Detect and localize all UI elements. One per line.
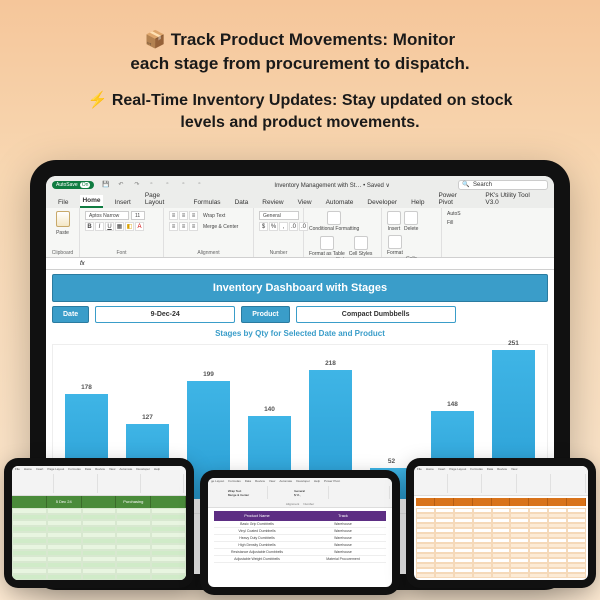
- bar-value: 52: [370, 458, 412, 465]
- align-right-icon[interactable]: ≡: [189, 222, 198, 231]
- promo-banner: 📦 Track Product Movements: Monitor each …: [0, 0, 600, 134]
- title-bar: AutoSave On 💾 ↶ ↷ ▫ ▫ ▫ ▫ Inventory Mana…: [46, 176, 554, 194]
- border-button[interactable]: ▦: [115, 222, 124, 231]
- ribbon-tab-power-pivot[interactable]: Power Pivot: [436, 190, 473, 208]
- tablet-thumb-green: FileHomeInsertPage LayoutFormulasDataRev…: [4, 458, 194, 588]
- ribbon-group-alignment: ≡ ≡ ≡ Wrap Text ≡ ≡ ≡ Merge & Center Ali…: [164, 208, 254, 257]
- bar-value: 251: [492, 340, 534, 347]
- ribbon-group-number: General $ % , .0 .0 Number: [254, 208, 304, 257]
- fill-button[interactable]: Fill: [447, 220, 453, 226]
- autosum-button[interactable]: AutoS: [447, 211, 461, 217]
- paste-label: Paste: [56, 230, 69, 236]
- ribbon-group-editing: AutoS Fill: [442, 208, 472, 257]
- group-label: Number: [259, 250, 298, 256]
- mini-ribbon: ge LayoutFormulasDataReviewViewAutomateD…: [208, 478, 392, 508]
- date-filter-label: Date: [52, 306, 89, 323]
- ribbon-tab-review[interactable]: Review: [260, 197, 285, 208]
- qat-icon[interactable]: ▫: [150, 181, 158, 189]
- ribbon-group-clipboard: Paste Clipboard: [46, 208, 80, 257]
- bar-value: 140: [248, 406, 290, 413]
- wrap-text-button[interactable]: Wrap Text: [203, 213, 225, 219]
- font-color-button[interactable]: A: [135, 222, 144, 231]
- purple-table: Product NameTrack Basic Grip DumbbellsWa…: [208, 508, 392, 587]
- redo-icon[interactable]: ↷: [134, 181, 142, 189]
- bar-value: 218: [309, 360, 351, 367]
- ribbon-tab-developer[interactable]: Developer: [365, 197, 399, 208]
- tablet-thumb-purple: ge LayoutFormulasDataReviewViewAutomateD…: [200, 470, 400, 595]
- ribbon-tab-home[interactable]: Home: [80, 195, 102, 208]
- bar-value: 127: [126, 414, 168, 421]
- delete-cells-button[interactable]: Delete: [404, 211, 418, 232]
- ribbon-tab-pk-s-utility-tool-v3-0[interactable]: PK's Utility Tool V3.0: [483, 190, 544, 208]
- group-label: Alignment: [169, 250, 248, 256]
- ribbon-tab-data[interactable]: Data: [233, 197, 251, 208]
- align-mid-icon[interactable]: ≡: [179, 211, 188, 220]
- ribbon: Paste Clipboard Aptos Narrow 11 B I U ▦ …: [46, 208, 554, 258]
- search-input[interactable]: Search: [458, 180, 548, 190]
- chart-title: Stages by Qty for Selected Date and Prod…: [52, 329, 548, 338]
- product-filter-value[interactable]: Compact Dumbbells: [296, 306, 456, 323]
- dashboard-title: Inventory Dashboard with Stages: [52, 274, 548, 302]
- format-as-table-button[interactable]: Format as Table: [309, 236, 345, 257]
- align-top-icon[interactable]: ≡: [169, 211, 178, 220]
- group-label: Clipboard: [51, 250, 74, 256]
- group-label: Font: [85, 250, 158, 256]
- fx-label[interactable]: fx: [76, 261, 89, 267]
- number-format-select[interactable]: General: [259, 211, 299, 220]
- underline-button[interactable]: U: [105, 222, 114, 231]
- fill-color-button[interactable]: ◧: [125, 222, 134, 231]
- align-center-icon[interactable]: ≡: [179, 222, 188, 231]
- promo-heading-1: 📦 Track Product Movements: Monitor each …: [40, 28, 560, 76]
- comma-button[interactable]: ,: [279, 222, 288, 231]
- bar-value: 178: [65, 384, 107, 391]
- date-filter-value[interactable]: 9-Dec-24: [95, 306, 235, 323]
- formula-bar: fx: [46, 258, 554, 270]
- font-size-select[interactable]: 11: [131, 211, 145, 220]
- percent-button[interactable]: %: [269, 222, 278, 231]
- promo-heading-2: ⚡ Real-Time Inventory Updates: Stay upda…: [40, 90, 560, 135]
- green-table: 5 Dec 24Purchasing: [12, 496, 186, 580]
- align-bot-icon[interactable]: ≡: [189, 211, 198, 220]
- undo-icon[interactable]: ↶: [118, 181, 126, 189]
- currency-button[interactable]: $: [259, 222, 268, 231]
- conditional-formatting-button[interactable]: Conditional Formatting: [309, 211, 359, 232]
- insert-cells-button[interactable]: Insert: [387, 211, 401, 232]
- merge-center-button[interactable]: Merge & Center: [203, 224, 238, 230]
- cell-styles-button[interactable]: Cell Styles: [349, 236, 373, 257]
- autosave-toggle[interactable]: AutoSave On: [52, 181, 94, 189]
- ribbon-tab-insert[interactable]: Insert: [113, 197, 133, 208]
- paste-icon[interactable]: [56, 211, 70, 227]
- ribbon-group-font: Aptos Narrow 11 B I U ▦ ◧ A Font: [80, 208, 164, 257]
- ribbon-tab-strip: FileHomeInsertPage LayoutFormulasDataRev…: [46, 194, 554, 208]
- italic-button[interactable]: I: [95, 222, 104, 231]
- ribbon-tab-page-layout[interactable]: Page Layout: [143, 190, 182, 208]
- ribbon-tab-file[interactable]: File: [56, 197, 70, 208]
- ribbon-tab-automate[interactable]: Automate: [324, 197, 356, 208]
- bar-value: 148: [431, 401, 473, 408]
- orange-table: [414, 496, 588, 580]
- ribbon-tab-view[interactable]: View: [296, 197, 314, 208]
- qat-icon[interactable]: ▫: [182, 181, 190, 189]
- bold-button[interactable]: B: [85, 222, 94, 231]
- ribbon-tab-help[interactable]: Help: [409, 197, 426, 208]
- mini-ribbon: FileHomeInsertPage LayoutFormulasDataRev…: [12, 466, 186, 496]
- ribbon-group-cells: Insert Delete Format Cells: [382, 208, 442, 257]
- format-cells-button[interactable]: Format: [387, 235, 403, 256]
- save-icon[interactable]: 💾: [102, 181, 110, 189]
- filter-row: Date 9-Dec-24 Product Compact Dumbbells: [52, 306, 548, 323]
- document-title[interactable]: Inventory Management with St… • Saved ∨: [214, 182, 450, 189]
- ribbon-tab-formulas[interactable]: Formulas: [191, 197, 222, 208]
- qat-icon[interactable]: ▫: [198, 181, 206, 189]
- align-left-icon[interactable]: ≡: [169, 222, 178, 231]
- bar-value: 199: [187, 371, 229, 378]
- product-filter-label: Product: [241, 306, 289, 323]
- font-name-select[interactable]: Aptos Narrow: [85, 211, 129, 220]
- tablet-thumb-orange: FileHomeInsertPage LayoutFormulasDataRev…: [406, 458, 596, 588]
- qat-icon[interactable]: ▫: [166, 181, 174, 189]
- inc-decimal-button[interactable]: .0: [289, 222, 298, 231]
- ribbon-group-styles: Conditional Formatting Format as Table C…: [304, 208, 382, 257]
- mini-ribbon: FileHomeInsertPage LayoutFormulasDataRev…: [414, 466, 588, 496]
